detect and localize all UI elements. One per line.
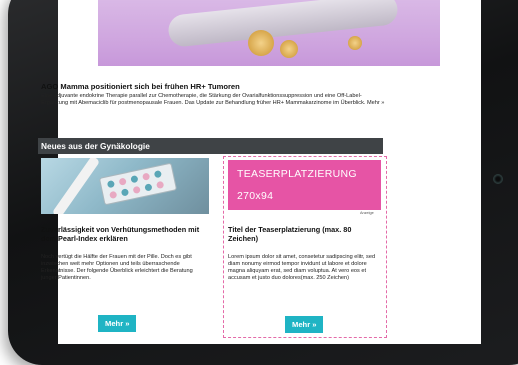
- teaser-banner-line2: 270x94: [237, 190, 274, 202]
- article-title[interactable]: Zuverlässigkeit von Verhütungsmethoden m…: [41, 225, 206, 243]
- flower-decoration: [248, 30, 274, 56]
- teaser-banner[interactable]: TEASERPLATZIERUNG 270x94: [228, 160, 381, 210]
- camera-icon: [493, 174, 503, 184]
- section-header: Neues aus der Gynäkologie: [38, 138, 383, 154]
- article-text: Noch vertügt die Hälfte der Frauen mit d…: [41, 254, 193, 282]
- hero-image: [98, 0, 440, 66]
- contraception-image[interactable]: [41, 158, 209, 214]
- flower-decoration: [280, 40, 298, 58]
- article-headline[interactable]: AGO Mamma positioniert sich bei frühen H…: [41, 82, 386, 92]
- teaser-banner-line1: TEASERPLATZIERUNG: [237, 168, 357, 180]
- teaser-title[interactable]: Titel der Teaserplatzierung (max. 80 Zei…: [228, 225, 378, 243]
- more-button[interactable]: Mehr »: [98, 315, 137, 332]
- tube-shape: [51, 158, 101, 214]
- pill-strip: [98, 162, 178, 206]
- teaser-text: Lorem ipsum dolor sit amet, consetetur s…: [228, 254, 376, 282]
- article-summary: Eine adjuvante endokrine Therapie parall…: [41, 93, 385, 107]
- flower-decoration: [348, 36, 362, 50]
- teaser-more-button[interactable]: Mehr »: [285, 316, 324, 333]
- ad-label: Anzeige: [360, 211, 374, 215]
